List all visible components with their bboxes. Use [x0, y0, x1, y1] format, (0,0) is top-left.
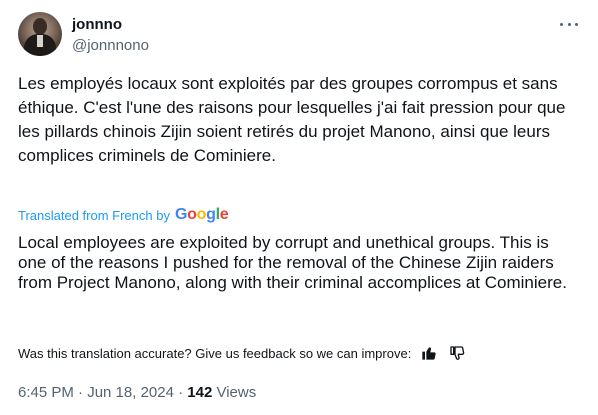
tweet-translated-text: Local employees are exploited by corrupt… [18, 233, 567, 292]
tweet-original-text: Les employés locaux sont exploités par d… [18, 74, 566, 165]
avatar[interactable] [18, 12, 62, 56]
translation-feedback: Was this translation accurate? Give us f… [18, 343, 467, 363]
feedback-prompt: Was this translation accurate? Give us f… [18, 345, 412, 361]
translated-label: Translated from French by [18, 207, 170, 223]
more-icon[interactable] [558, 16, 580, 32]
thumbs-down-icon[interactable] [447, 343, 467, 363]
timestamp[interactable]: 6:45 PM · Jun 18, 2024 [18, 384, 174, 401]
google-logo: Google [174, 206, 229, 223]
author-handle[interactable]: @jonnnono [72, 37, 149, 55]
views-label: Views [216, 384, 257, 401]
translated-by-link[interactable]: Translated from French by Google [18, 205, 229, 225]
author-name[interactable]: jonnno [72, 16, 122, 34]
tweet-header: jonnno @jonnnono [18, 12, 580, 60]
thumbs-up-icon[interactable] [419, 343, 439, 363]
tweet-meta: 6:45 PM · Jun 18, 2024 · 142 Views [18, 383, 256, 403]
views-count: 142 [187, 384, 213, 401]
meta-separator: · [173, 384, 188, 401]
